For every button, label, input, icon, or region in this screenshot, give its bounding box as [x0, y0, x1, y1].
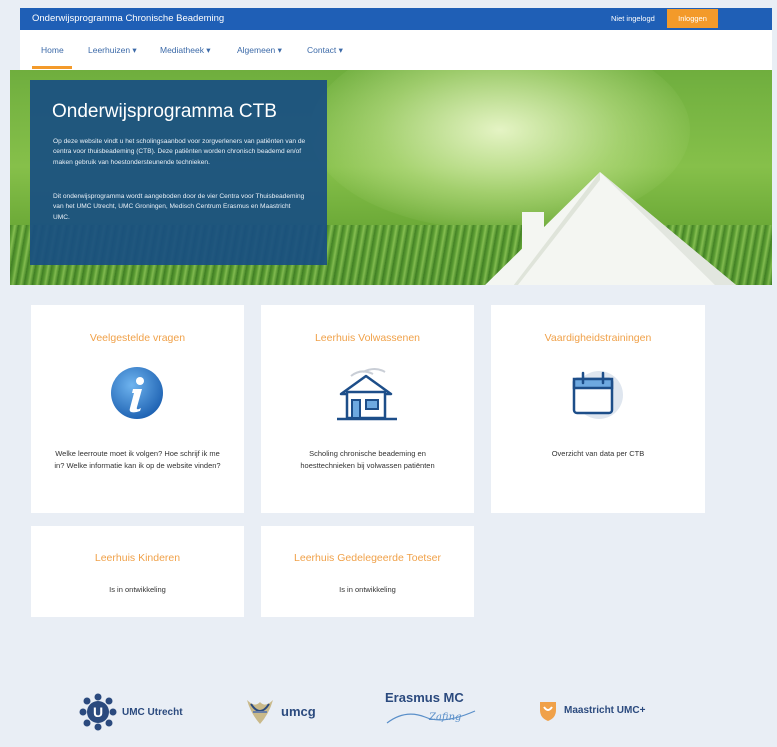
logo-umc-utrecht[interactable]: U UMC Utrecht [78, 692, 183, 732]
main-nav: Home Leerhuizen ▾ Mediatheek ▾ Algemeen … [20, 30, 772, 70]
card-veelgestelde-vragen[interactable]: Veelgestelde vragen Welke leerroute moet… [31, 305, 244, 513]
logo-erasmus-mc[interactable]: Erasmus MC Zafing [385, 690, 480, 727]
top-bar: Onderwijsprogramma Chronische Beademing … [20, 8, 772, 30]
card-leerhuis-gedelegeerde-toetser[interactable]: Leerhuis Gedelegeerde Toetser Is in ontw… [261, 526, 474, 617]
card-description: Is in ontwikkeling [339, 585, 396, 594]
hero-paragraph-1: Op deze website vindt u het scholingsaan… [53, 138, 306, 166]
house-icon [337, 368, 397, 421]
card-title[interactable]: Vaardigheidstrainingen [491, 332, 705, 344]
card-title[interactable]: Leerhuis Kinderen [31, 552, 244, 564]
nav-active-indicator [32, 66, 72, 69]
maastricht-emblem-icon [540, 702, 556, 721]
nav-mediatheek[interactable]: Mediatheek ▾ [160, 45, 211, 56]
card-leerhuis-volwassenen[interactable]: Leerhuis Volwassenen Scholing chronische… [261, 305, 474, 513]
nav-algemeen[interactable]: Algemeen ▾ [237, 45, 282, 56]
hero-panel: Onderwijsprogramma CTB Op deze website v… [30, 80, 327, 265]
hero-title: Onderwijsprogramma CTB [52, 101, 277, 122]
card-description: Overzicht van data per CTB [551, 449, 645, 458]
umc-utrecht-emblem-icon: U [79, 693, 117, 731]
erasmus-tagline: Zafing [429, 712, 462, 723]
card-title[interactable]: Leerhuis Volwassenen [261, 332, 474, 344]
nav-home[interactable]: Home [41, 45, 64, 55]
logo-label: UMC Utrecht [122, 706, 183, 718]
logo-maastricht-umc[interactable]: Maastricht UMC+ [537, 698, 645, 722]
hero-paragraph-2: Dit onderwijsprogramma wordt aangeboden … [53, 193, 305, 221]
nav-leerhuizen[interactable]: Leerhuizen ▾ [88, 45, 137, 56]
card-description: Is in ontwikkeling [109, 585, 166, 594]
partner-logos: U UMC Utrecht umcg Erasmus MC Zafing Maa… [10, 672, 772, 742]
hero-banner: Onderwijsprogramma CTB Op deze website v… [10, 70, 772, 285]
card-description: Scholing chronische beademing en hoestte… [300, 449, 435, 470]
logo-label: Erasmus MC [385, 690, 464, 705]
login-status: Niet ingelogd [611, 14, 655, 23]
logo-label: umcg [281, 703, 316, 719]
card-vaardigheidstrainingen[interactable]: Vaardigheidstrainingen Overzicht van dat… [491, 305, 705, 513]
login-button[interactable]: Inloggen [667, 9, 718, 28]
calendar-icon [572, 371, 623, 419]
logo-umcg[interactable]: umcg [243, 694, 316, 728]
site-title[interactable]: Onderwijsprogramma Chronische Beademing [32, 13, 224, 24]
svg-text:U: U [93, 704, 103, 720]
card-description: Welke leerroute moet ik volgen? Hoe schr… [54, 449, 221, 470]
card-title[interactable]: Veelgestelde vragen [31, 332, 244, 344]
house-illustration [485, 172, 736, 285]
card-title[interactable]: Leerhuis Gedelegeerde Toetser [261, 552, 474, 564]
nav-contact[interactable]: Contact ▾ [307, 45, 343, 56]
info-icon [111, 367, 163, 419]
card-leerhuis-kinderen[interactable]: Leerhuis Kinderen Is in ontwikkeling [31, 526, 244, 617]
umcg-emblem-icon [247, 700, 273, 724]
logo-label: Maastricht UMC+ [564, 704, 646, 716]
